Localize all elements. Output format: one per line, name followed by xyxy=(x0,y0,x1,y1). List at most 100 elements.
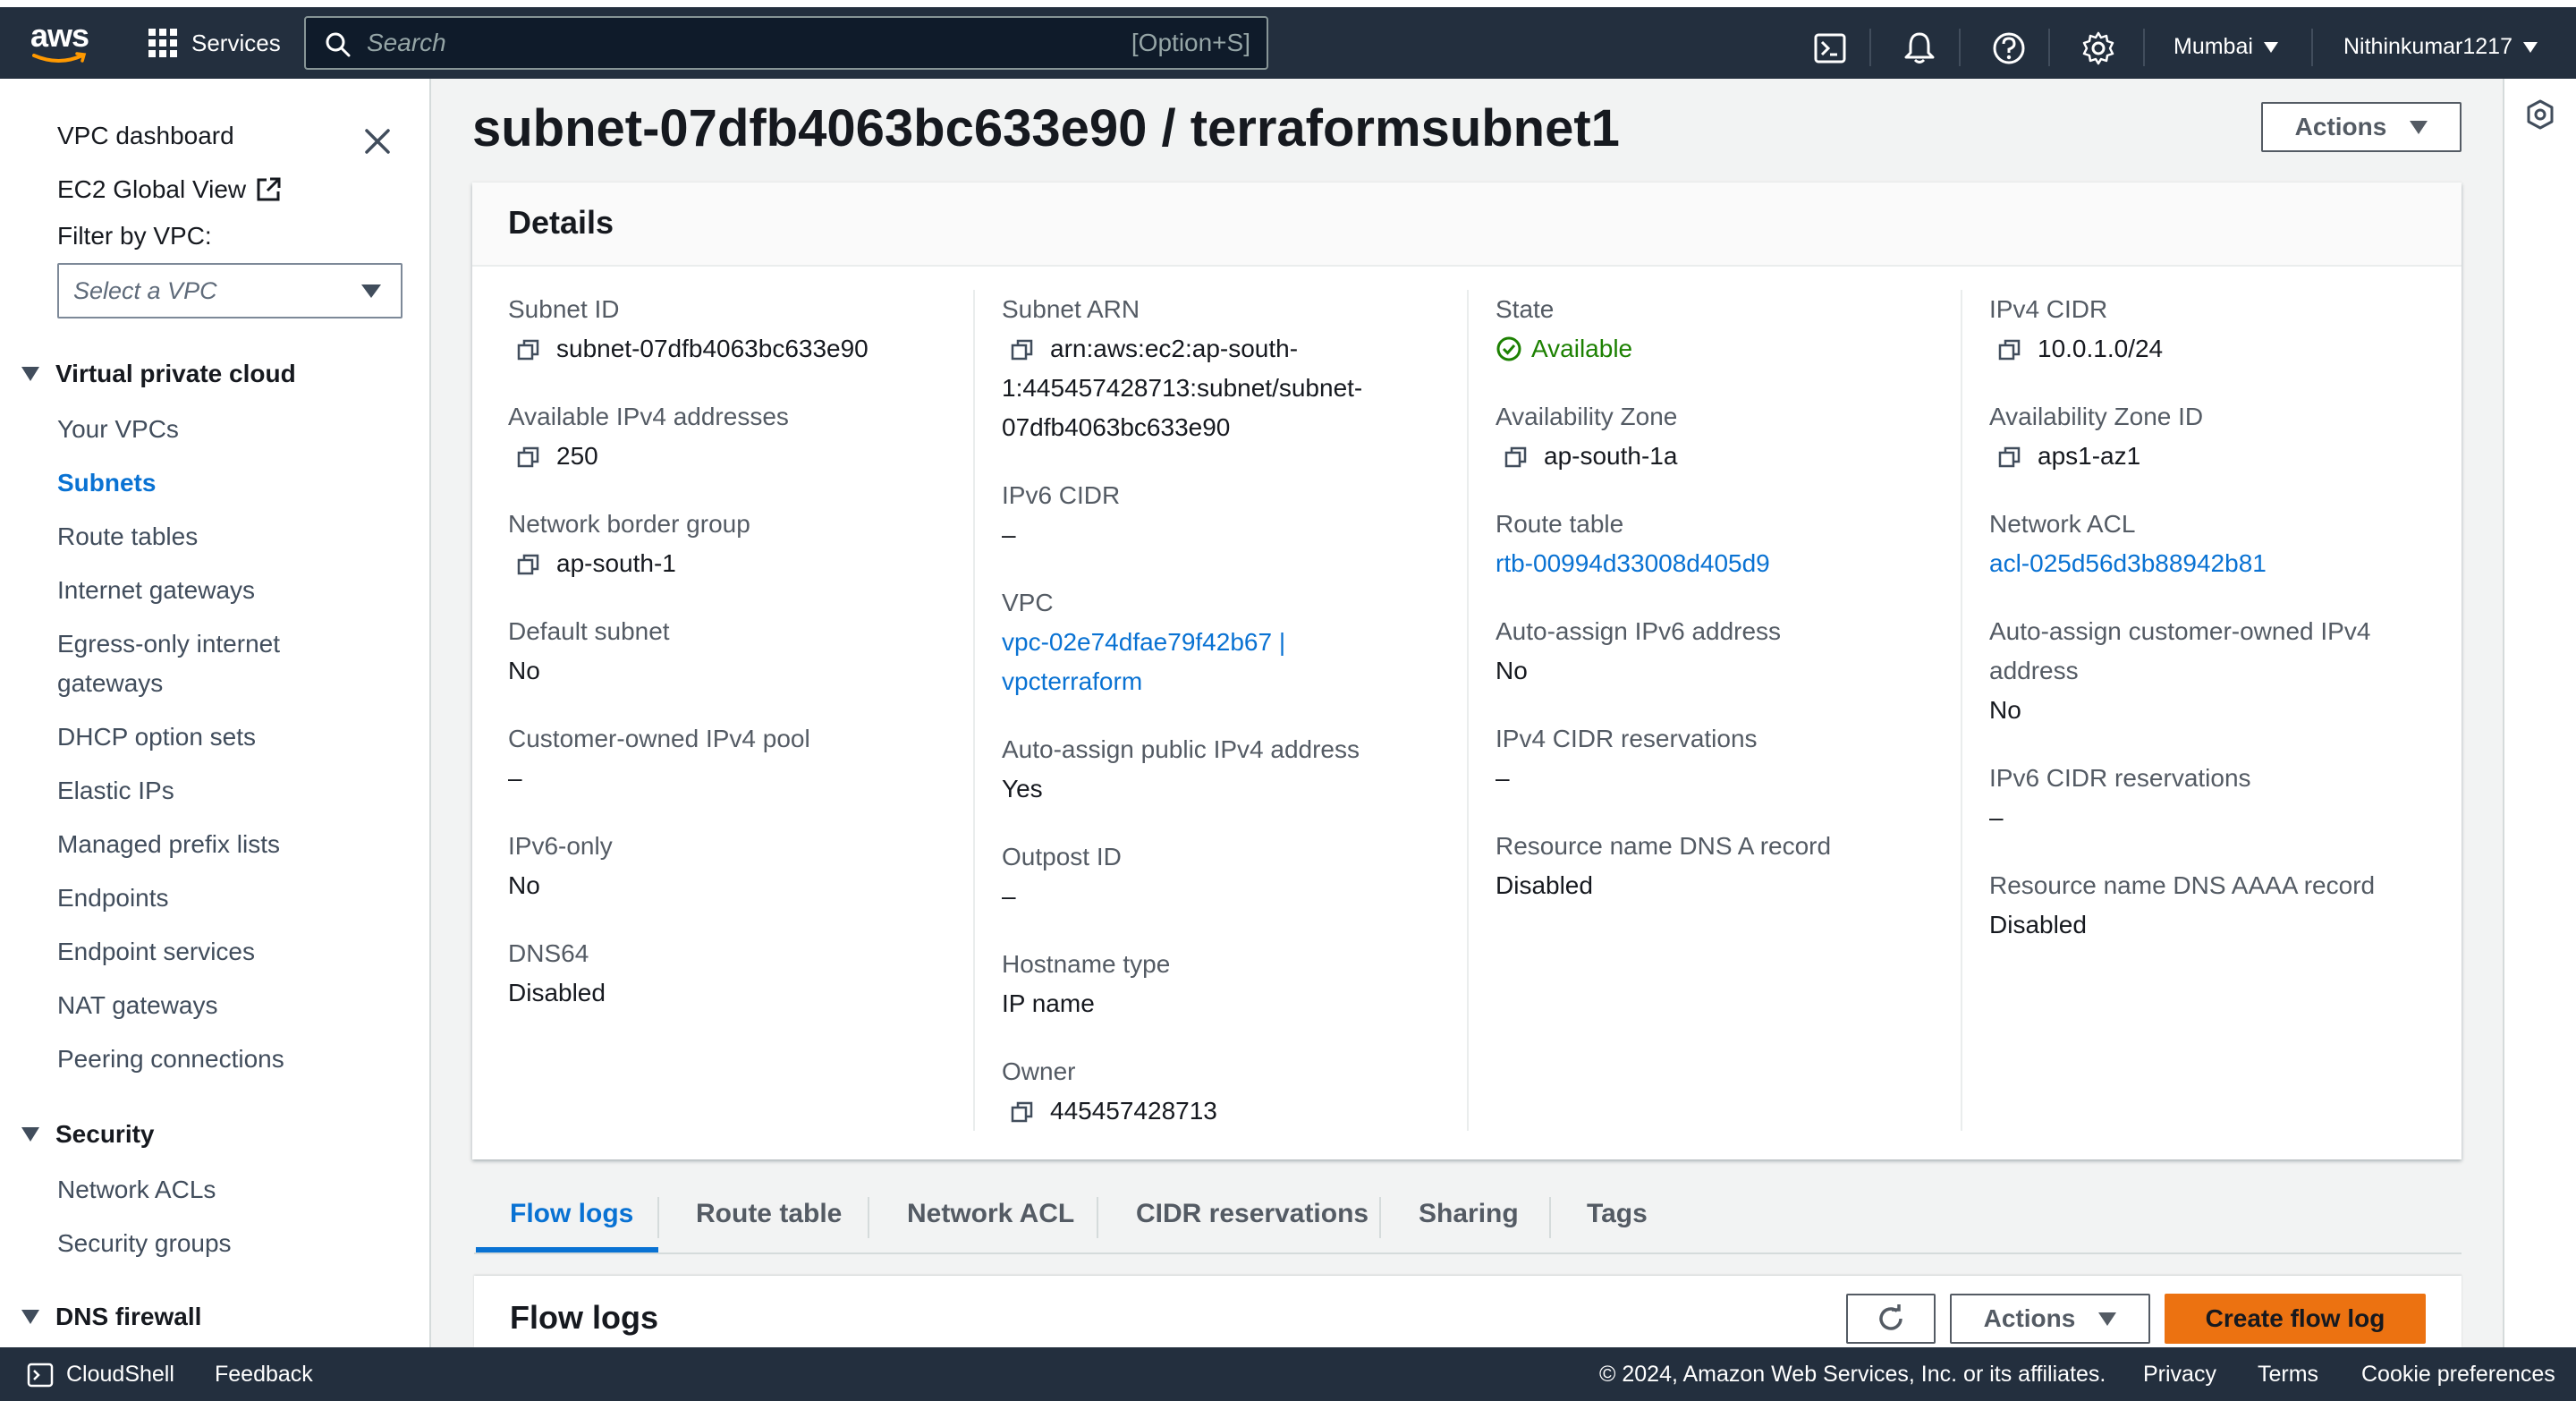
copy-icon[interactable] xyxy=(1998,338,2021,361)
bell-icon[interactable] xyxy=(1902,30,1937,66)
field-label: IPv6-only xyxy=(508,832,613,860)
field-value: 250 xyxy=(508,437,1002,476)
footer-feedback-link[interactable]: Feedback xyxy=(215,1362,313,1388)
field-value: – xyxy=(1002,521,1016,548)
section-security[interactable]: Security xyxy=(21,1120,155,1149)
sidebar-item-route-tables[interactable]: Route tables xyxy=(57,522,198,551)
field-route-table: Route table rtb-00994d33008d405d9 xyxy=(1496,505,1989,583)
tab-divider xyxy=(868,1197,869,1238)
field-label: Outpost ID xyxy=(1002,843,1122,870)
field-value: 445457428713 xyxy=(1002,1091,1496,1131)
close-icon[interactable] xyxy=(361,125,394,157)
network-border-group-value: ap-south-1 xyxy=(556,549,676,577)
field-value: No xyxy=(1496,657,1528,684)
field-label: Availability Zone xyxy=(1496,403,1678,430)
account-menu[interactable]: Nithinkumar1217 xyxy=(2343,34,2538,60)
help-icon[interactable] xyxy=(1991,30,2027,66)
sidebar-item-security-groups[interactable]: Security groups xyxy=(57,1229,232,1258)
sidebar-item-elastic-ips[interactable]: Elastic IPs xyxy=(57,777,174,805)
footer-terms-link[interactable]: Terms xyxy=(2258,1362,2318,1388)
refresh-button[interactable] xyxy=(1846,1294,1936,1344)
field-auto-assign-customer-owned-ipv4: Auto-assign customer-owned IPv4 address … xyxy=(1989,612,2483,730)
sidebar-item-egress-only-internet-gateways[interactable]: Egress-only internet xyxy=(57,630,280,658)
field-auto-assign-public-ipv4: Auto-assign public IPv4 address Yes xyxy=(1002,730,1496,809)
flow-logs-actions-button[interactable]: Actions xyxy=(1950,1294,2150,1344)
cloudshell-icon xyxy=(27,1363,54,1388)
sidebar-item-network-acls[interactable]: Network ACLs xyxy=(57,1176,216,1204)
route-table-link[interactable]: rtb-00994d33008d405d9 xyxy=(1496,544,1989,583)
actions-button[interactable]: Actions xyxy=(2261,102,2462,152)
nav-divider xyxy=(2048,29,2050,66)
external-link-icon xyxy=(257,177,281,201)
expand-caret-icon xyxy=(21,1127,39,1142)
section-dns-firewall[interactable]: DNS firewall xyxy=(21,1303,201,1331)
field-value: Available xyxy=(1496,329,1989,369)
copy-icon[interactable] xyxy=(517,446,540,469)
aws-logo[interactable]: aws xyxy=(30,20,93,72)
copy-icon[interactable] xyxy=(1011,1100,1034,1124)
info-panel-icon[interactable] xyxy=(2524,98,2556,131)
copy-icon[interactable] xyxy=(517,553,540,576)
vpc-filter-select[interactable]: Select a VPC xyxy=(57,263,402,318)
field-auto-assign-ipv6: Auto-assign IPv6 address No xyxy=(1496,612,1989,691)
sidebar-item-endpoints[interactable]: Endpoints xyxy=(57,884,169,913)
details-panel: Details Subnet ID subnet-07dfb4063bc633e… xyxy=(472,183,2462,1159)
copy-icon[interactable] xyxy=(1011,338,1034,361)
field-state: State Available xyxy=(1496,290,1989,369)
vpc-link-line2[interactable]: vpcterraform xyxy=(1002,662,1496,701)
copy-icon[interactable] xyxy=(517,338,540,361)
caret-down-icon xyxy=(2263,41,2278,53)
footer-cookie-preferences-link[interactable]: Cookie preferences xyxy=(2361,1362,2555,1388)
top-navigation: aws Services Search [Option+S] Mumbai Ni… xyxy=(0,0,2576,79)
field-value: – xyxy=(508,764,522,792)
section-virtual-private-cloud[interactable]: Virtual private cloud xyxy=(21,360,296,388)
sidebar-item-nat-gateways[interactable]: NAT gateways xyxy=(57,991,217,1020)
tab-network-acl[interactable]: Network ACL xyxy=(907,1199,1074,1229)
sidebar-item-dhcp-option-sets[interactable]: DHCP option sets xyxy=(57,723,256,751)
cloudshell-icon[interactable] xyxy=(1812,30,1848,66)
search-placeholder: Search xyxy=(367,29,446,56)
sidebar-item-vpc-dashboard[interactable]: VPC dashboard xyxy=(57,122,234,150)
settings-gear-icon[interactable] xyxy=(2080,30,2116,66)
footer-cloudshell-link[interactable]: CloudShell xyxy=(66,1362,174,1388)
available-ipv4-value: 250 xyxy=(556,442,598,470)
subnet-arn-value-line2: 1:445457428713:subnet/subnet- xyxy=(1002,374,1363,402)
footer-copyright: © 2024, Amazon Web Services, Inc. or its… xyxy=(1599,1362,2106,1387)
search-icon xyxy=(326,32,351,57)
copy-icon[interactable] xyxy=(1504,446,1528,469)
sidebar-item-ec2-global-view[interactable]: EC2 Global View xyxy=(57,175,282,204)
search-shortcut: [Option+S] xyxy=(1131,29,1250,56)
tab-route-table[interactable]: Route table xyxy=(696,1199,842,1229)
tab-tags[interactable]: Tags xyxy=(1587,1199,1648,1229)
tab-sharing[interactable]: Sharing xyxy=(1419,1199,1519,1229)
field-label: Auto-assign customer-owned IPv4 xyxy=(1989,617,2371,645)
tab-cidr-reservations[interactable]: CIDR reservations xyxy=(1136,1199,1368,1229)
sidebar-item-managed-prefix-lists[interactable]: Managed prefix lists xyxy=(57,830,280,859)
actions-label: Actions xyxy=(2294,113,2387,140)
refresh-icon xyxy=(1879,1304,1902,1330)
search-input[interactable]: Search [Option+S] xyxy=(304,16,1268,70)
sidebar-item-internet-gateways[interactable]: Internet gateways xyxy=(57,576,255,605)
field-customer-owned-ipv4-pool: Customer-owned IPv4 pool – xyxy=(508,719,1002,798)
footer-privacy-link[interactable]: Privacy xyxy=(2143,1362,2216,1388)
field-label: Subnet ID xyxy=(508,295,620,323)
sidebar-item-subnets[interactable]: Subnets xyxy=(57,469,156,497)
create-flow-log-button[interactable]: Create flow log xyxy=(2165,1294,2426,1344)
tab-flow-logs[interactable]: Flow logs xyxy=(510,1199,633,1229)
owner-value: 445457428713 xyxy=(1050,1097,1217,1125)
field-label: Subnet ARN xyxy=(1002,295,1140,323)
region-selector[interactable]: Mumbai xyxy=(2174,34,2278,60)
sidebar-item-endpoint-services[interactable]: Endpoint services xyxy=(57,938,255,966)
field-value: No xyxy=(508,657,540,684)
sidebar-item-your-vpcs[interactable]: Your VPCs xyxy=(57,415,179,444)
sidebar-item-egress-only-internet-gateways-line2[interactable]: gateways xyxy=(57,669,163,698)
field-value: IP name xyxy=(1002,989,1095,1017)
network-acl-link[interactable]: acl-025d56d3b88942b81 xyxy=(1989,544,2483,583)
sidebar-item-peering-connections[interactable]: Peering connections xyxy=(57,1045,284,1074)
subnet-arn-value: arn:aws:ec2:ap-south- xyxy=(1050,335,1299,362)
tab-divider xyxy=(1097,1197,1098,1238)
copy-icon[interactable] xyxy=(1998,446,2021,469)
aws-smile-icon xyxy=(32,52,87,63)
services-menu-button[interactable]: Services xyxy=(148,23,281,63)
vpc-link[interactable]: vpc-02e74dfae79f42b67 | xyxy=(1002,623,1496,662)
